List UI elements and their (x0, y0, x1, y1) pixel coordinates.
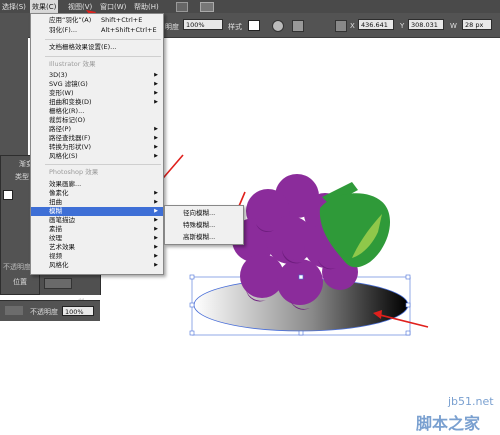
menu-item-sketch[interactable]: 素描 ▶ (31, 225, 163, 234)
submenu-arrow-icon: ▶ (154, 253, 158, 259)
menu-separator (45, 39, 161, 40)
submenu-arrow-icon: ▶ (154, 90, 158, 96)
submenu-arrow-icon: ▶ (154, 144, 158, 150)
submenu-arrow-icon: ▶ (154, 72, 158, 78)
menu-item-brush-strokes[interactable]: 画笔描边 ▶ (31, 216, 163, 225)
submenu-arrow-icon: ▶ (154, 135, 158, 141)
submenu-arrow-icon: ▶ (154, 262, 158, 268)
submenu-arrow-icon: ▶ (154, 153, 158, 159)
menu-item-artistic[interactable]: 艺术效果 ▶ (31, 243, 163, 252)
menu-item-distort[interactable]: 扭曲 ▶ (31, 198, 163, 207)
menu-item-crop-marks[interactable]: 裁剪标记(O) (31, 116, 163, 125)
submenu-arrow-icon: ▶ (154, 190, 158, 196)
submenu-arrow-icon: ▶ (154, 208, 158, 214)
menu-item-stylize-ps[interactable]: 风格化 ▶ (31, 261, 163, 270)
menu-item-feather[interactable]: 羽化(F)... Alt+Shift+Ctrl+E (31, 26, 163, 35)
menu-item-svg-filters[interactable]: SVG 滤镜(G) ▶ (31, 80, 163, 89)
menu-item-distort-transform[interactable]: 扭曲和变换(D) ▶ (31, 98, 163, 107)
menu-separator (45, 56, 161, 57)
menu-item-convert-to-shape[interactable]: 转换为形状(V) ▶ (31, 143, 163, 152)
menu-item-blur[interactable]: 模糊 ▶ (31, 207, 163, 216)
menu-item-effect-gallery[interactable]: 效果画廊... (31, 180, 163, 189)
menu-item-smart-blur[interactable]: 特殊模糊... (165, 221, 243, 230)
effect-menu: 应用“羽化”(A) Shift+Ctrl+E 羽化(F)... Alt+Shift+… (30, 13, 164, 275)
menu-item-document-raster-settings[interactable]: 文档栅格效果设置(E)... (31, 43, 163, 52)
submenu-arrow-icon: ▶ (154, 226, 158, 232)
submenu-arrow-icon: ▶ (154, 99, 158, 105)
menu-item-stylize[interactable]: 风格化(S) ▶ (31, 152, 163, 161)
submenu-arrow-icon: ▶ (154, 199, 158, 205)
menu-header-illustrator: Illustrator 效果 (49, 60, 96, 68)
menu-item-video[interactable]: 视频 ▶ (31, 252, 163, 261)
menu-item-path[interactable]: 路径(P) ▶ (31, 125, 163, 134)
submenu-arrow-icon: ▶ (154, 217, 158, 223)
menu-item-texture[interactable]: 纹理 ▶ (31, 234, 163, 243)
blur-submenu: 径向模糊... 特殊模糊... 高斯模糊... (164, 205, 244, 245)
menu-item-apply-feather[interactable]: 应用“羽化”(A) Shift+Ctrl+E (31, 16, 163, 25)
menu-item-gaussian-blur[interactable]: 高斯模糊... (165, 233, 243, 242)
watermark-site: jb51.net (448, 395, 494, 408)
menu-item-3d[interactable]: 3D(3) ▶ (31, 71, 163, 80)
menu-header-photoshop: Photoshop 效果 (49, 168, 99, 176)
menu-item-pixelate[interactable]: 像素化 ▶ (31, 189, 163, 198)
submenu-arrow-icon: ▶ (154, 235, 158, 241)
watermark-name: 脚本之家 (416, 414, 481, 433)
menu-item-warp[interactable]: 变形(W) ▶ (31, 89, 163, 98)
menu-item-rasterize[interactable]: 栅格化(R)... (31, 107, 163, 116)
submenu-arrow-icon: ▶ (154, 244, 158, 250)
submenu-arrow-icon: ▶ (154, 81, 158, 87)
menu-separator (45, 164, 161, 165)
menu-item-radial-blur[interactable]: 径向模糊... (165, 209, 243, 218)
submenu-arrow-icon: ▶ (154, 126, 158, 132)
menu-item-pathfinder[interactable]: 路径查找器(F) ▶ (31, 134, 163, 143)
